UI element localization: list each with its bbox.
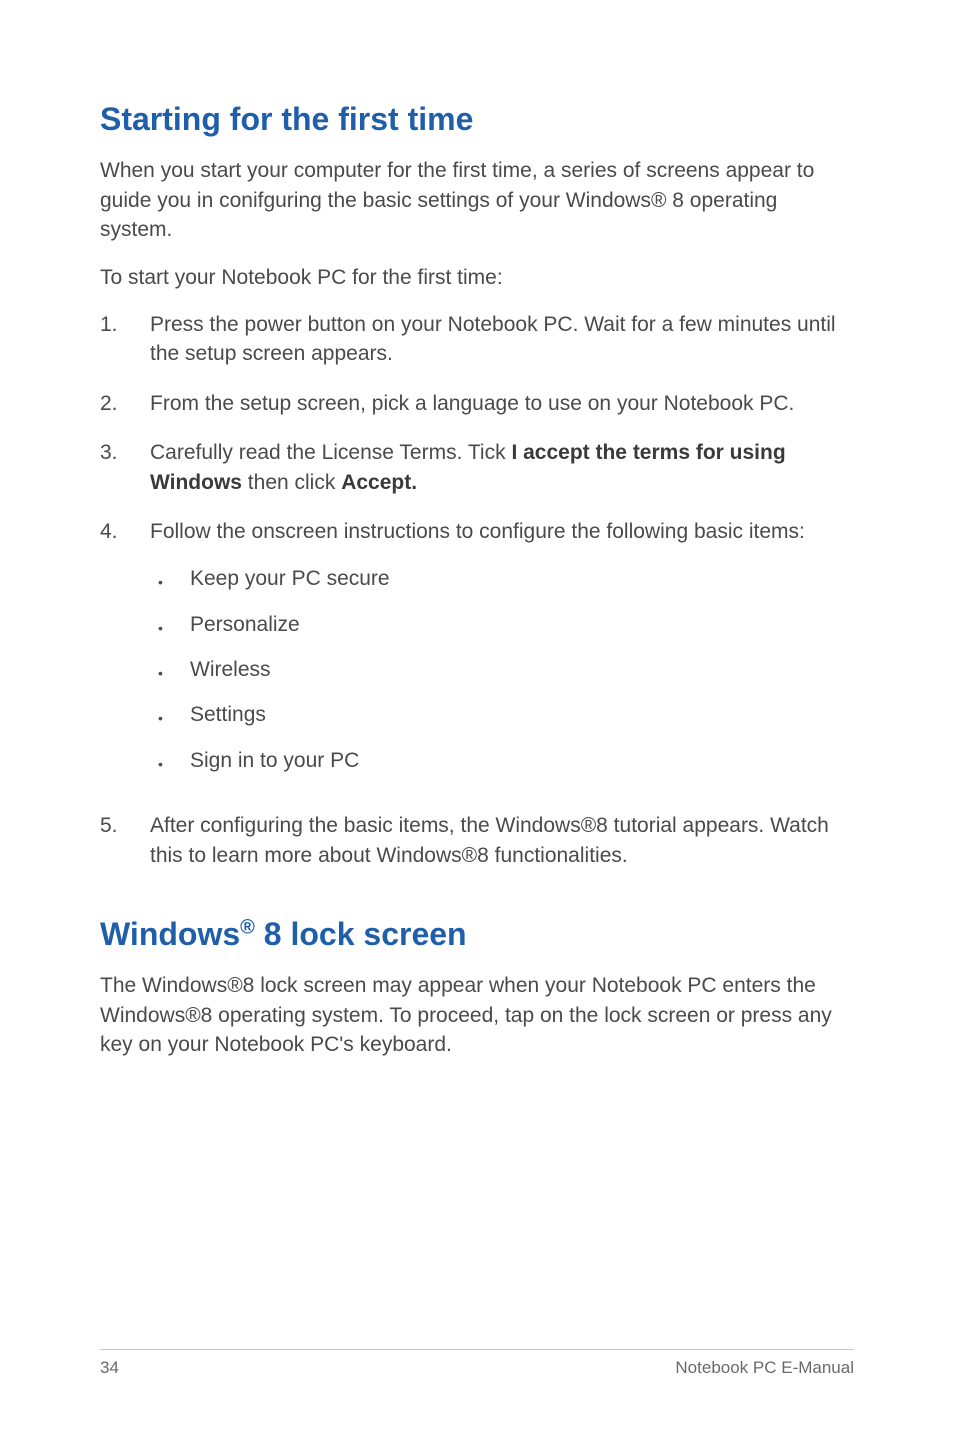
text-segment: Follow the onscreen instructions to conf… — [150, 520, 805, 543]
bullet-text: Personalize — [190, 610, 300, 639]
heading-text: 8 lock screen — [255, 916, 467, 952]
page-number: 34 — [100, 1358, 119, 1378]
intro-paragraph-1: When you start your computer for the fir… — [100, 156, 854, 244]
bullet-item: • Sign in to your PC — [150, 746, 854, 775]
bullet-item: • Keep your PC secure — [150, 564, 854, 593]
registered-symbol: ® — [240, 916, 255, 938]
bullet-text: Keep your PC secure — [190, 564, 390, 593]
bold-text: Accept. — [341, 471, 417, 494]
text-segment: Carefully read the License Terms. Tick — [150, 441, 511, 464]
bullet-icon: • — [150, 746, 190, 775]
bullet-text: Wireless — [190, 655, 271, 684]
list-item: 5. After configuring the basic items, th… — [100, 811, 854, 870]
bullet-icon: • — [150, 700, 190, 729]
list-number: 1. — [100, 310, 150, 369]
intro-paragraph-2: To start your Notebook PC for the first … — [100, 263, 854, 292]
list-text: After configuring the basic items, the W… — [150, 811, 854, 870]
bullet-list: • Keep your PC secure • Personalize • Wi… — [150, 564, 854, 775]
bullet-item: • Personalize — [150, 610, 854, 639]
heading-starting: Starting for the first time — [100, 100, 854, 138]
bullet-icon: • — [150, 610, 190, 639]
bullet-item: • Wireless — [150, 655, 854, 684]
page-footer: 34 Notebook PC E-Manual — [0, 1349, 954, 1378]
list-item: 1. Press the power button on your Notebo… — [100, 310, 854, 369]
bullet-item: • Settings — [150, 700, 854, 729]
footer-title: Notebook PC E-Manual — [675, 1358, 854, 1378]
bullet-text: Sign in to your PC — [190, 746, 359, 775]
bullet-icon: • — [150, 655, 190, 684]
ordered-list: 1. Press the power button on your Notebo… — [100, 310, 854, 870]
list-number: 3. — [100, 438, 150, 497]
text-segment: then click — [242, 471, 341, 494]
list-number: 5. — [100, 811, 150, 870]
list-item: 3. Carefully read the License Terms. Tic… — [100, 438, 854, 497]
heading-text: Windows — [100, 916, 240, 952]
list-text: Follow the onscreen instructions to conf… — [150, 517, 854, 791]
list-item: 2. From the setup screen, pick a languag… — [100, 389, 854, 418]
list-text: Carefully read the License Terms. Tick I… — [150, 438, 854, 497]
heading-lockscreen: Windows® 8 lock screen — [100, 915, 854, 953]
footer-row: 34 Notebook PC E-Manual — [100, 1349, 854, 1378]
bullet-icon: • — [150, 564, 190, 593]
list-text: From the setup screen, pick a language t… — [150, 389, 854, 418]
bullet-text: Settings — [190, 700, 266, 729]
list-number: 4. — [100, 517, 150, 791]
lockscreen-paragraph: The Windows®8 lock screen may appear whe… — [100, 971, 854, 1059]
list-text: Press the power button on your Notebook … — [150, 310, 854, 369]
document-page: Starting for the first time When you sta… — [0, 0, 954, 1060]
list-item: 4. Follow the onscreen instructions to c… — [100, 517, 854, 791]
list-number: 2. — [100, 389, 150, 418]
